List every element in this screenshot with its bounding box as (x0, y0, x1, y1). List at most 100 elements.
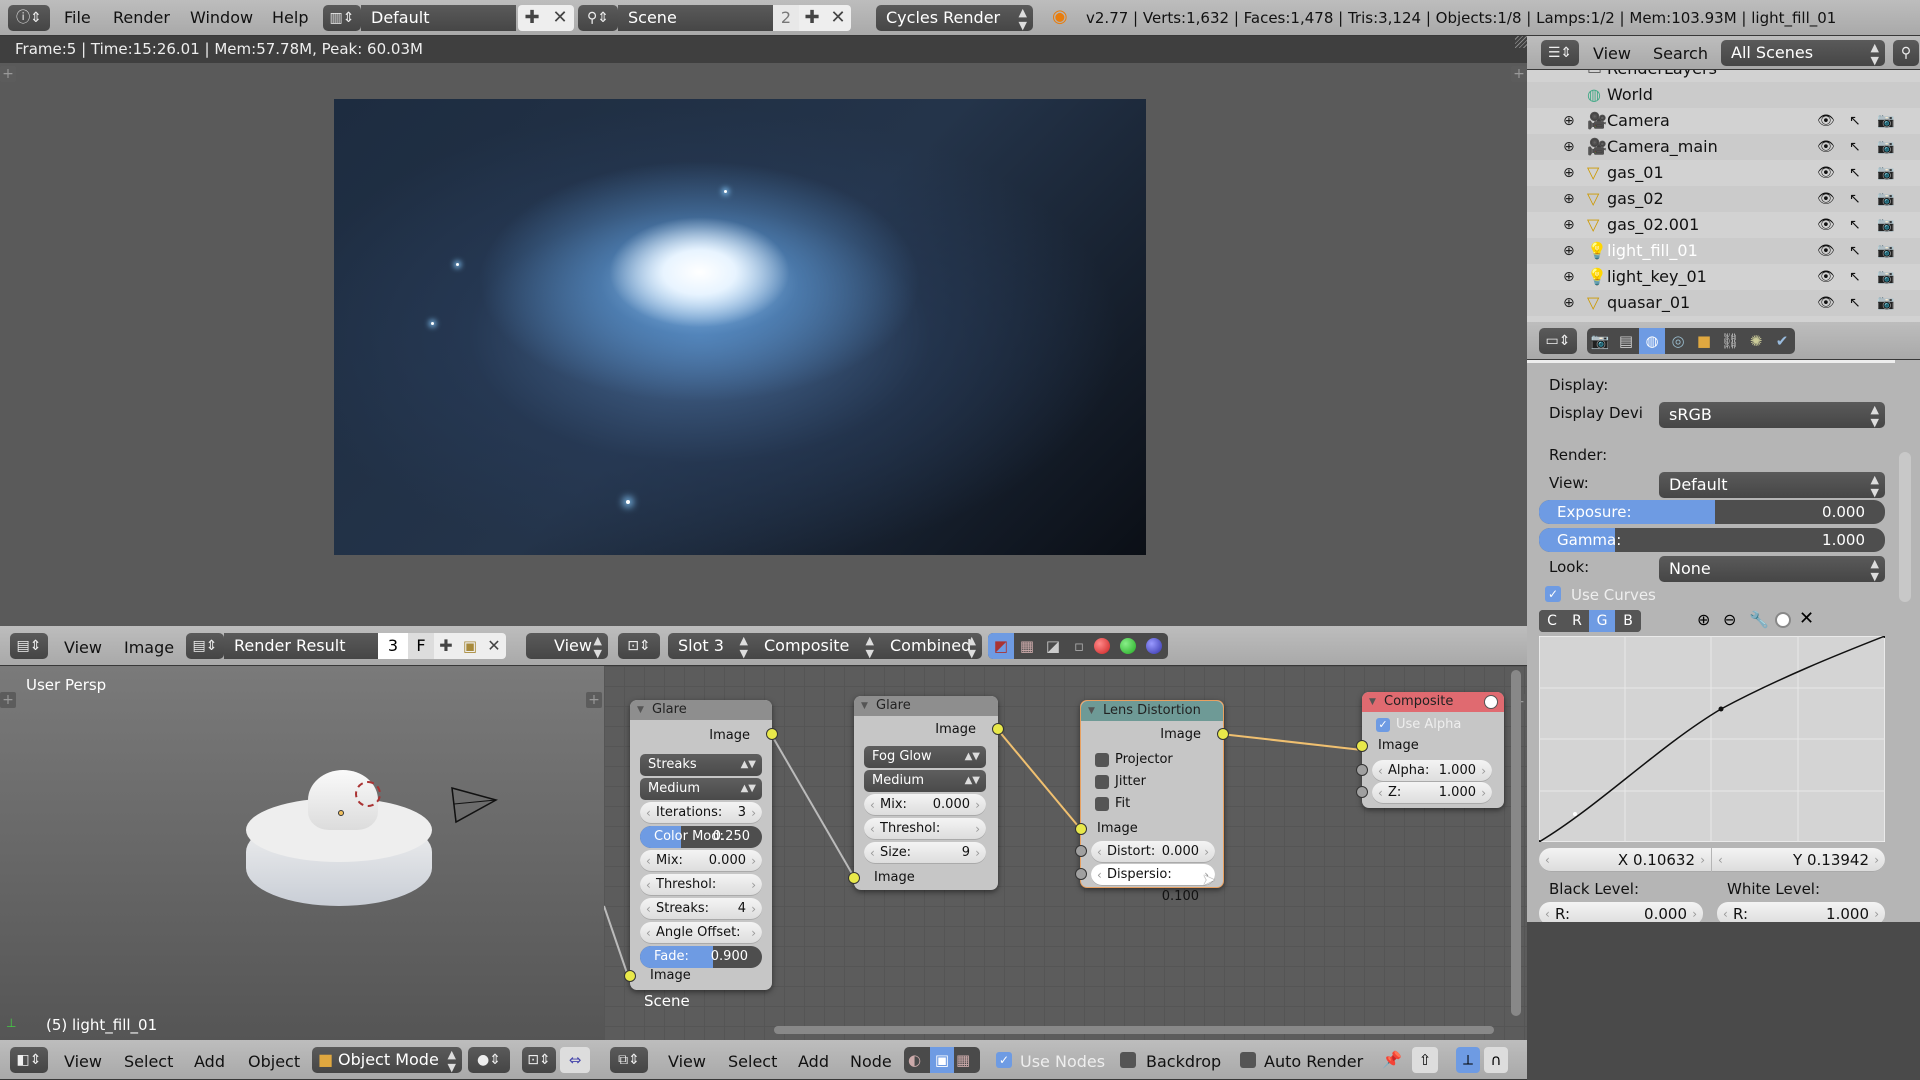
expand-icon[interactable]: ⊕ (1563, 238, 1575, 264)
jitter-checkbox[interactable] (1095, 775, 1109, 789)
view-mode-select[interactable]: View ▲ ▼ (526, 633, 608, 659)
area-split-handle[interactable] (1515, 36, 1527, 48)
node-menu-add[interactable]: Add (798, 1052, 829, 1071)
outliner-item[interactable]: ⊕ ▽ gas_01 👁 ↖ 📷 (1527, 160, 1920, 186)
glare-type-select[interactable]: Streaks ▲▼ (640, 754, 762, 776)
snap-magnet-icon[interactable]: ∩ (1484, 1047, 1508, 1073)
editor-type-properties-icon[interactable]: ▭⇕ (1539, 328, 1577, 354)
unlink-image-button[interactable]: ✕ (482, 633, 506, 659)
viewport-toolshelf-toggle[interactable]: + (0, 692, 16, 708)
outliner-item[interactable]: ⊕ 💡 light_fill_01 👁 ↖ 📷 (1527, 238, 1920, 264)
properties-scrollbar[interactable] (1899, 452, 1911, 602)
image-browse-icon[interactable]: ▤⇕ (186, 633, 224, 659)
backdrop-checkbox[interactable] (1120, 1052, 1136, 1068)
pivot-point-select[interactable]: ⊡⇕ (522, 1047, 556, 1073)
screen-layout-icon[interactable]: ▥⇕ (323, 5, 361, 31)
viewport-properties-toggle[interactable]: + (586, 692, 602, 708)
zoom-in-icon[interactable]: ⊕ (1697, 610, 1710, 629)
node-menu-select[interactable]: Select (728, 1052, 777, 1071)
input-socket[interactable] (1075, 823, 1087, 835)
expand-icon[interactable]: ⊕ (1563, 290, 1575, 316)
dispersion-field[interactable]: Dispersio: 0.100 (1091, 864, 1215, 904)
renderability-camera-icon[interactable]: 📷 (1877, 212, 1894, 238)
visibility-eye-icon[interactable]: 👁 (1817, 186, 1835, 212)
renderability-camera-icon[interactable]: 📷 (1877, 160, 1894, 186)
curve-point-selected[interactable] (1573, 812, 1577, 816)
visibility-eye-icon[interactable]: 👁 (1817, 212, 1835, 238)
selectability-cursor-icon[interactable]: ↖ (1849, 264, 1861, 290)
projector-checkbox[interactable] (1095, 753, 1109, 767)
selectability-cursor-icon[interactable]: ↖ (1849, 212, 1861, 238)
outliner-item-name[interactable]: light_key_01 (1607, 264, 1707, 290)
properties-toggle[interactable]: + (1511, 66, 1527, 82)
alpha-socket[interactable] (1356, 764, 1368, 776)
outliner-item[interactable]: ◍ World (1527, 82, 1920, 108)
menu-render[interactable]: Render (113, 8, 170, 27)
3d-cursor[interactable] (355, 781, 381, 807)
tab-data[interactable]: ✺ (1743, 328, 1769, 354)
editor-type-outliner-icon[interactable]: ☰⇕ (1541, 40, 1579, 66)
z-socket[interactable] (1356, 786, 1368, 798)
outliner-item-name[interactable]: World (1607, 82, 1653, 108)
selectability-cursor-icon[interactable]: ↖ (1849, 238, 1861, 264)
expand-icon[interactable]: ⊕ (1563, 264, 1575, 290)
color-alpha-icon[interactable]: ◩ (988, 633, 1014, 659)
curve-point-x-field[interactable]: X 0.10632 (1539, 848, 1711, 872)
renderability-camera-icon[interactable]: 📷 (1877, 290, 1894, 316)
selectability-cursor-icon[interactable]: ↖ (1849, 160, 1861, 186)
outliner-item-name[interactable]: gas_01 (1607, 160, 1664, 186)
auto-render-checkbox[interactable] (1240, 1052, 1256, 1068)
scene-delete-button[interactable]: ✕ (825, 5, 851, 31)
render-result-image[interactable] (334, 99, 1146, 555)
pin-icon[interactable]: 📌 (1382, 1050, 1402, 1069)
tab-physics[interactable]: ✔ (1769, 328, 1795, 354)
gamma-slider[interactable]: Gamma: 1.000 (1539, 528, 1885, 552)
outliner-item[interactable]: ⊕ 🎥 Camera_main 👁 ↖ 📷 (1527, 134, 1920, 160)
look-select[interactable]: None ▲ ▼ (1659, 556, 1885, 582)
viewport-menu-view[interactable]: View (64, 1052, 102, 1071)
visibility-eye-icon[interactable]: 👁 (1817, 134, 1835, 160)
outliner-item[interactable]: ⊕ ▽ gas_02.001 👁 ↖ 📷 (1527, 212, 1920, 238)
threshold-field[interactable]: Threshol:0.500 (640, 874, 762, 914)
viewport-menu-select[interactable]: Select (124, 1052, 173, 1071)
scene-add-button[interactable]: ✚ (799, 5, 825, 31)
outliner-search-icon[interactable]: ⚲ (1893, 40, 1919, 66)
renderability-camera-icon[interactable]: 📷 (1877, 186, 1894, 212)
node-menu-node[interactable]: Node (850, 1052, 892, 1071)
delete-point-icon[interactable]: ✕ (1799, 608, 1814, 629)
tab-world[interactable]: ◎ (1665, 328, 1691, 354)
screen-layout-select[interactable]: Default (361, 5, 516, 31)
input-socket[interactable] (848, 872, 860, 884)
outliner-item-name[interactable]: light_fill_01 (1607, 238, 1698, 264)
expand-icon[interactable]: ⊕ (1563, 134, 1575, 160)
info-editor-type-button[interactable]: ⓘ⇕ (8, 5, 50, 31)
outliner-item[interactable]: ⊕ ▽ gas_02 👁 ↖ 📷 (1527, 186, 1920, 212)
lens-distortion-node[interactable]: Lens Distortion Image Projector Jitter F… (1075, 700, 1229, 904)
parent-node-tree-icon[interactable]: ⇧ (1412, 1047, 1438, 1073)
outliner-item[interactable]: ⊕ ▽ quasar_01 👁 ↖ 📷 (1527, 290, 1920, 316)
viewport-menu-object[interactable]: Object (248, 1052, 300, 1071)
mix-field[interactable]: Mix: 0.000 (864, 794, 986, 816)
channel-tab-c[interactable]: C (1539, 610, 1565, 632)
3d-viewport[interactable]: User Persp + + ⊥ (5) light_fill_01 (0, 666, 604, 1040)
expand-icon[interactable]: ⊕ (1563, 108, 1575, 134)
visibility-eye-icon[interactable]: 👁 (1817, 160, 1835, 186)
node-title[interactable]: Glare (630, 700, 772, 720)
mix-field[interactable]: Mix: 0.000 (640, 850, 762, 872)
shader-nodes-icon[interactable]: ◐ (908, 1047, 921, 1073)
editor-type-node-icon[interactable]: ⧉⇕ (610, 1047, 648, 1073)
streaks-field[interactable]: Streaks: 4 (640, 898, 762, 920)
visibility-eye-icon[interactable]: 👁 (1817, 264, 1835, 290)
outliner-item-name[interactable]: Camera (1607, 108, 1670, 134)
renderability-camera-icon[interactable]: 📷 (1877, 108, 1894, 134)
visibility-eye-icon[interactable]: 👁 (1817, 108, 1835, 134)
image-input-socket[interactable] (1356, 740, 1368, 752)
curve-point[interactable] (1718, 706, 1724, 712)
visibility-eye-icon[interactable]: 👁 (1817, 238, 1835, 264)
interaction-mode-select[interactable]: ■ Object Mode ▲ ▼ (312, 1047, 462, 1073)
render-layer-select[interactable]: Composite ▲ ▼ (754, 633, 880, 659)
renderability-camera-icon[interactable]: 📷 (1877, 264, 1894, 290)
glare-node-streaks[interactable]: Glare Image Streaks▲▼ Medium▲▼ Iteration… (624, 700, 778, 990)
compositing-nodes-icon[interactable]: ▣ (930, 1047, 954, 1073)
blue-channel-icon[interactable] (1146, 638, 1162, 654)
